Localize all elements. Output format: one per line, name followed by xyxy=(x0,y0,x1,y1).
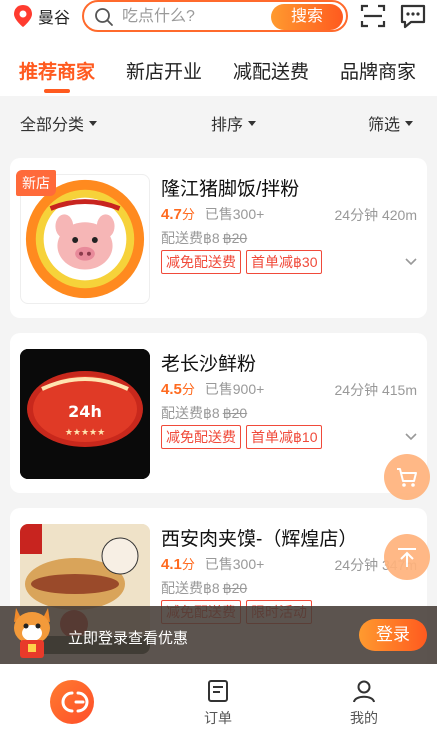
search-input[interactable] xyxy=(122,6,262,28)
restaurant-card[interactable]: 新店 隆江猪脚饭/拌粉 4.7分 已售300+ 24分钟 420m 配送费฿8 ฿… xyxy=(10,158,427,318)
tab-brand-stores[interactable]: 品牌商家 xyxy=(340,57,416,84)
fee-original: ฿20 xyxy=(222,405,248,421)
restaurant-stats: 4.7分 已售300+ 24分钟 420m xyxy=(161,204,417,224)
tab-reduced-delivery[interactable]: 减配送费 xyxy=(233,57,309,84)
filter-sort[interactable]: 排序 xyxy=(211,111,257,135)
nav-orders-label: 订单 xyxy=(204,710,232,726)
bottom-nav: 订单 我的 xyxy=(0,664,437,737)
svg-text:★★★★★: ★★★★★ xyxy=(65,428,105,438)
rating-value: 4.5 xyxy=(161,381,182,398)
filter-label: 筛选 xyxy=(368,117,401,134)
fee-label: 配送费 xyxy=(161,405,203,421)
search-icon xyxy=(95,8,113,26)
fee-original: ฿20 xyxy=(222,230,248,246)
rating-value: 4.7 xyxy=(161,206,182,223)
neon-sign-image: 24h ★★★★★ xyxy=(20,349,150,479)
caret-down-icon xyxy=(405,120,414,126)
delivery-fee: 配送费฿8 ฿20 xyxy=(161,403,247,423)
nav-mine-label: 我的 xyxy=(350,710,378,726)
nav-mine[interactable]: 我的 xyxy=(334,678,394,728)
restaurant-name: 西安肉夹馍-（辉煌店） xyxy=(161,529,358,550)
location-label: 曼谷 xyxy=(38,10,71,27)
fee-value: ฿8 xyxy=(203,580,220,596)
tab-recommended[interactable]: 推荐商家 xyxy=(19,57,95,84)
restaurant-stats: 4.1分 已售300+ 24分钟 347m xyxy=(161,554,417,574)
category-tabs: 推荐商家 新店开业 减配送费 品牌商家 xyxy=(0,40,437,96)
arrow-up-icon xyxy=(398,548,416,567)
scan-icon[interactable] xyxy=(360,3,386,29)
fee-original: ฿20 xyxy=(222,580,248,596)
filter-all-categories[interactable]: 全部分类 xyxy=(20,111,98,135)
restaurant-name: 隆江猪脚饭/拌粉 xyxy=(161,179,300,200)
time-distance: 24分钟 415m xyxy=(334,382,417,398)
filter-label: 排序 xyxy=(211,117,244,134)
cart-icon xyxy=(397,468,417,487)
location-selector[interactable]: 曼谷 xyxy=(12,4,70,28)
promo-tags: 减免配送费 首单减฿30 xyxy=(161,250,327,274)
active-tab-indicator xyxy=(44,89,70,93)
promo-tag: 减免配送费 xyxy=(161,425,241,449)
delivery-fee: 配送费฿8 ฿20 xyxy=(161,228,247,248)
nav-orders[interactable]: 订单 xyxy=(188,678,248,728)
user-icon xyxy=(353,680,375,703)
orders-icon xyxy=(208,680,228,702)
promo-tag: 首单减฿30 xyxy=(246,250,323,274)
top-bar: 曼谷 搜索 xyxy=(0,0,437,40)
fee-value: ฿8 xyxy=(203,405,220,421)
svg-text:24h: 24h xyxy=(68,402,102,421)
sold-count: 已售300+ xyxy=(204,206,265,222)
time-distance: 24分钟 420m xyxy=(334,207,417,223)
location-pin-icon xyxy=(14,5,32,27)
login-promo-bar: 立即登录查看优惠 登录 xyxy=(0,606,437,664)
fee-label: 配送费 xyxy=(161,580,203,596)
filter-screen[interactable]: 筛选 xyxy=(368,111,414,135)
restaurant-name: 老长沙鲜粉 xyxy=(161,354,257,375)
promo-tag: 首单减฿10 xyxy=(246,425,323,449)
search-box[interactable]: 搜索 xyxy=(82,0,348,32)
search-button[interactable]: 搜索 xyxy=(271,4,343,30)
restaurant-logo: 24h ★★★★★ xyxy=(20,349,150,479)
promo-tag: 减免配送费 xyxy=(161,250,241,274)
filter-bar: 全部分类 排序 筛选 xyxy=(0,96,437,144)
login-prompt-text: 立即登录查看优惠 xyxy=(68,630,189,647)
restaurant-card[interactable]: 24h ★★★★★ 老长沙鲜粉 4.5分 已售900+ 24分钟 415m 配送… xyxy=(10,333,427,493)
mascot-icon xyxy=(14,608,50,658)
restaurant-stats: 4.5分 已售900+ 24分钟 415m xyxy=(161,379,417,399)
cart-button[interactable] xyxy=(384,454,430,500)
promo-tags: 减免配送费 首单减฿10 xyxy=(161,425,327,449)
filter-label: 全部分类 xyxy=(20,117,85,134)
fee-value: ฿8 xyxy=(203,230,220,246)
home-logo-icon xyxy=(61,691,89,713)
rating-value: 4.1 xyxy=(161,556,182,573)
tab-new-stores[interactable]: 新店开业 xyxy=(126,57,202,84)
chevron-down-icon[interactable] xyxy=(405,433,417,441)
sold-count: 已售900+ xyxy=(204,381,265,397)
login-button[interactable]: 登录 xyxy=(359,619,427,651)
delivery-fee: 配送费฿8 ฿20 xyxy=(161,578,247,598)
chevron-down-icon[interactable] xyxy=(405,258,417,266)
message-icon[interactable] xyxy=(399,3,427,29)
new-store-badge: 新店 xyxy=(16,170,56,196)
caret-down-icon xyxy=(248,120,257,126)
caret-down-icon xyxy=(89,120,98,126)
back-to-top-button[interactable] xyxy=(384,534,430,580)
nav-home-button[interactable] xyxy=(50,680,94,724)
rating-unit: 分 xyxy=(181,557,195,572)
fee-label: 配送费 xyxy=(161,230,203,246)
sold-count: 已售300+ xyxy=(204,556,265,572)
rating-unit: 分 xyxy=(181,207,195,222)
rating-unit: 分 xyxy=(181,382,195,397)
